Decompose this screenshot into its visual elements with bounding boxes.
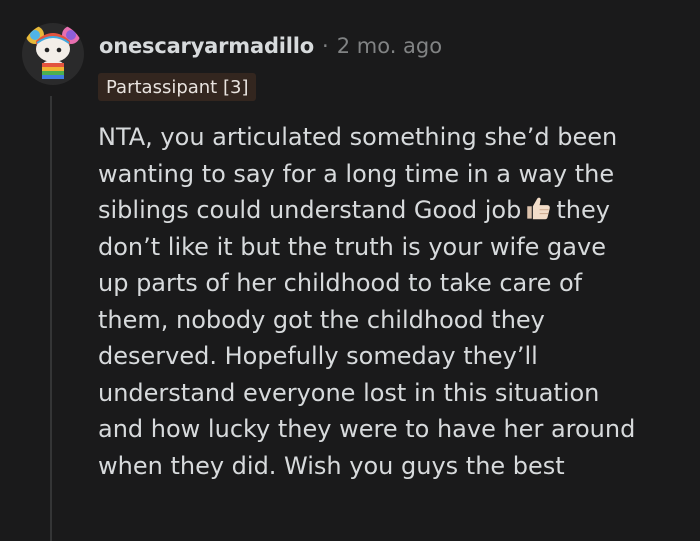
comment-timestamp[interactable]: 2 mo. ago (337, 34, 442, 58)
comment-text-line: siblings could understand Good job they (98, 192, 683, 229)
comment-header: onescaryarmadillo · 2 mo. ago (99, 31, 442, 61)
comment-text-line: understand everyone lost in this situati… (98, 378, 600, 407)
comment-text-line: up parts of her childhood to take care o… (98, 269, 583, 297)
meta-separator: · (322, 34, 329, 58)
comment: onescaryarmadillo · 2 mo. ago Partassipa… (0, 0, 700, 541)
comment-text-line: when they did. Wish you guys the best (98, 451, 565, 480)
comment-text-line: NTA, you articulated something she’d bee… (98, 123, 618, 151)
snoo-avatar-rainbow-icon (26, 26, 80, 79)
user-flair: Partassipant [3] (98, 73, 257, 101)
comment-text-line: deserved. Hopefully someday they’ll (98, 342, 538, 370)
comment-text-segment: siblings could understand Good job (98, 196, 522, 224)
thumbs-up-light-skin-icon (527, 197, 551, 220)
user-avatar[interactable] (22, 23, 84, 85)
comment-body: NTA, you articulated something she’d bee… (98, 119, 683, 484)
comment-text-line: don’t like it but the truth is your wife… (98, 232, 606, 261)
thread-line[interactable] (50, 96, 52, 541)
username-link[interactable]: onescaryarmadillo (99, 34, 314, 58)
comment-text-line: wanting to say for a long time in a way … (98, 159, 615, 188)
comment-text-segment: they (556, 196, 610, 224)
comment-text-line: and how lucky they were to have her arou… (98, 415, 636, 443)
comment-text-line: them, nobody got the childhood they (98, 305, 545, 334)
